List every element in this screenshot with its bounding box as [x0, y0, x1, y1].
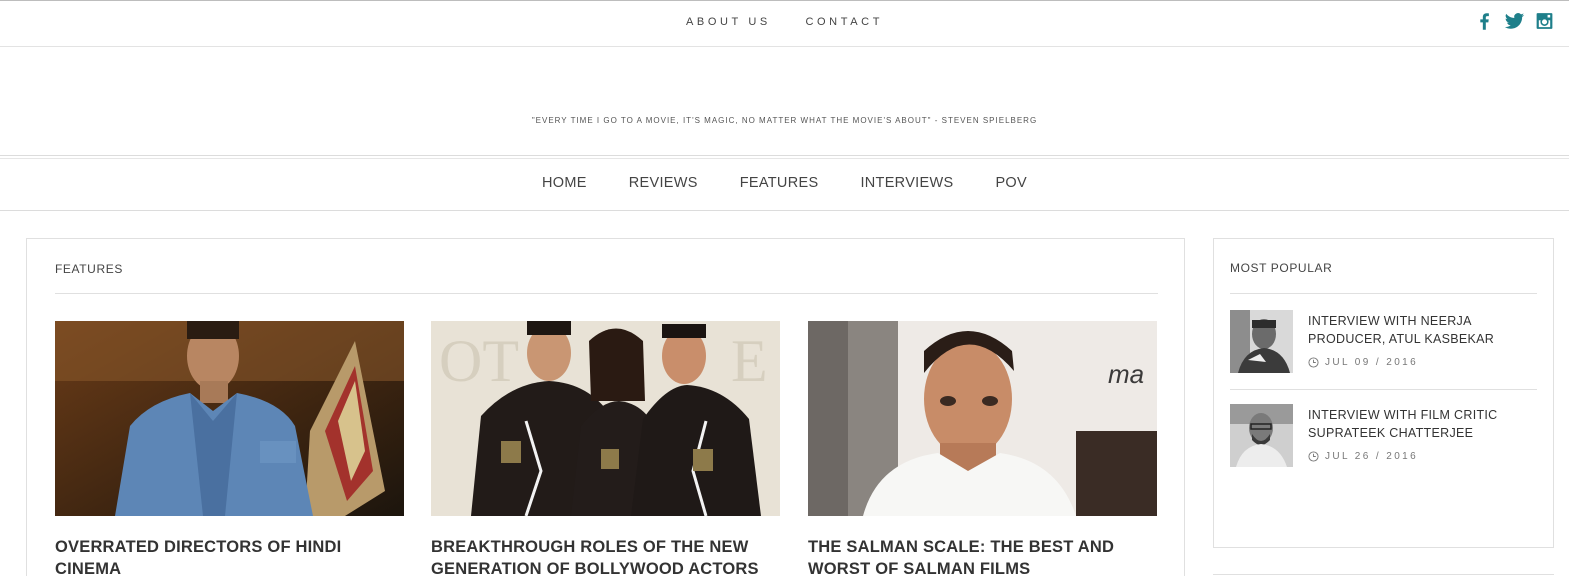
popular-title[interactable]: INTERVIEW WITH FILM CRITIC SUPRATEEK CHA… — [1308, 406, 1537, 442]
svg-text:ma: ma — [1108, 359, 1144, 389]
svg-text:E: E — [731, 328, 768, 394]
instagram-icon[interactable] — [1534, 10, 1555, 32]
features-section: FEATURES OVERRATED DIRECTORS OF HINDI CI… — [26, 238, 1185, 576]
twitter-icon[interactable] — [1504, 10, 1525, 32]
features-heading: FEATURES — [55, 262, 123, 276]
divider — [1213, 574, 1554, 575]
feature-image-director[interactable] — [55, 321, 404, 516]
nav-interviews[interactable]: INTERVIEWS — [860, 175, 953, 191]
popular-item[interactable]: INTERVIEW WITH NEERJA PRODUCER, ATUL KAS… — [1230, 310, 1537, 390]
most-popular-heading: MOST POPULAR — [1230, 261, 1333, 275]
feature-title[interactable]: THE SALMAN SCALE: THE BEST AND WORST OF … — [808, 536, 1157, 576]
popular-item[interactable]: INTERVIEW WITH FILM CRITIC SUPRATEEK CHA… — [1230, 404, 1537, 484]
facebook-icon[interactable] — [1474, 10, 1495, 32]
top-nav: ABOUT US CONTACT — [0, 16, 1569, 28]
clock-icon — [1308, 451, 1319, 462]
feature-card[interactable]: ma THE SALMAN SCALE: THE BEST AND WORST … — [808, 321, 1157, 576]
popular-date: JUL 09 / 2016 — [1308, 357, 1418, 368]
popular-thumbnail[interactable] — [1230, 310, 1293, 373]
site-tagline: "EVERY TIME I GO TO A MOVIE, IT'S MAGIC,… — [531, 116, 1038, 125]
nav-home[interactable]: HOME — [542, 175, 587, 191]
divider — [55, 293, 1158, 294]
nav-reviews[interactable]: REVIEWS — [629, 175, 698, 191]
top-nav-about-us[interactable]: ABOUT US — [686, 16, 771, 28]
social-links — [1474, 10, 1555, 32]
svg-text:OT: OT — [439, 328, 519, 394]
popular-title[interactable]: INTERVIEW WITH NEERJA PRODUCER, ATUL KAS… — [1308, 312, 1537, 348]
divider — [1230, 293, 1537, 294]
nav-pov[interactable]: POV — [995, 175, 1027, 191]
feature-card[interactable]: OT E BREAKTHROUGH ROLES OF THE NEW GENER… — [431, 321, 780, 576]
most-popular-widget: MOST POPULAR INTERVIEW WITH NEERJA PRODU… — [1213, 238, 1554, 548]
popular-date-text: JUL 26 / 2016 — [1325, 451, 1419, 462]
feature-image-salman[interactable]: ma — [808, 321, 1157, 516]
feature-image-actors[interactable]: OT E — [431, 321, 780, 516]
feature-title[interactable]: OVERRATED DIRECTORS OF HINDI CINEMA — [55, 536, 404, 576]
divider — [1230, 389, 1537, 390]
main-nav: HOME REVIEWS FEATURES INTERVIEWS POV — [0, 155, 1569, 211]
nav-features[interactable]: FEATURES — [740, 175, 819, 191]
top-bar: ABOUT US CONTACT — [0, 0, 1569, 47]
top-nav-contact[interactable]: CONTACT — [805, 16, 883, 28]
popular-thumbnail[interactable] — [1230, 404, 1293, 467]
popular-date: JUL 26 / 2016 — [1308, 451, 1418, 462]
popular-date-text: JUL 09 / 2016 — [1325, 357, 1419, 368]
feature-title[interactable]: BREAKTHROUGH ROLES OF THE NEW GENERATION… — [431, 536, 780, 576]
feature-card[interactable]: OVERRATED DIRECTORS OF HINDI CINEMA — [55, 321, 404, 576]
clock-icon — [1308, 357, 1319, 368]
